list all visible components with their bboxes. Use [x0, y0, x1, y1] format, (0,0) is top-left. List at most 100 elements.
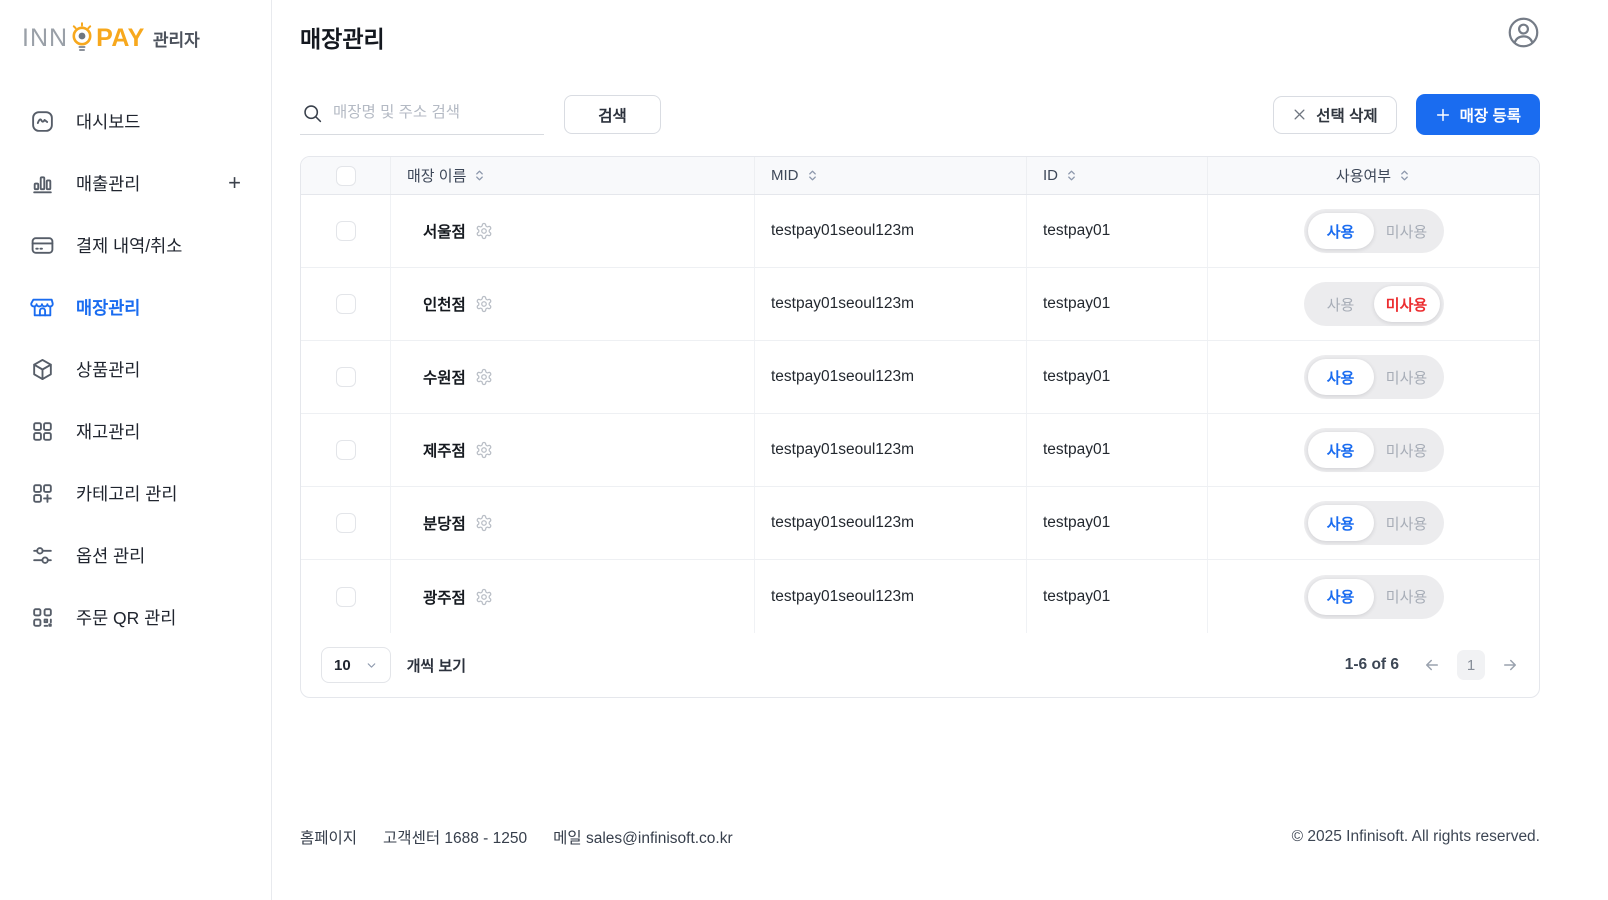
row-checkbox[interactable]	[336, 294, 356, 314]
status-use-option[interactable]: 사용	[1308, 579, 1374, 615]
sidebar-item-grid-plus[interactable]: 카테고리 관리	[0, 462, 271, 524]
grid-plus-icon	[30, 481, 55, 506]
main-content: 매장관리 검색 선택 삭제	[272, 0, 1608, 900]
lightbulb-icon	[69, 22, 95, 54]
logo-text-pay: PAY	[96, 24, 145, 53]
sidebar-item-label: 주문 QR 관리	[76, 605, 176, 630]
next-page-arrow-icon[interactable]	[1501, 656, 1519, 674]
sidebar-item-label: 상품관리	[76, 357, 140, 382]
select-all-checkbox[interactable]	[336, 166, 356, 186]
status-unuse-option[interactable]: 미사용	[1374, 286, 1440, 322]
id-value: testpay01	[1027, 560, 1208, 633]
status-unuse-option[interactable]: 미사용	[1374, 432, 1440, 468]
search-box	[300, 95, 544, 135]
topbar: 매장관리	[300, 0, 1540, 54]
sidebar: INN PAY 관리자 대시보드 매출관리 + 결제 내역/취소 매장관리	[0, 0, 272, 900]
sidebar-item-label: 대시보드	[76, 109, 140, 134]
status-unuse-option[interactable]: 미사용	[1374, 359, 1440, 395]
sidebar-item-credit-card[interactable]: 결제 내역/취소	[0, 214, 271, 276]
status-toggle[interactable]: 사용 미사용	[1304, 575, 1444, 619]
gear-icon[interactable]	[475, 368, 493, 386]
status-unuse-option[interactable]: 미사용	[1374, 579, 1440, 615]
logo-text-inn: INN	[22, 24, 68, 53]
footer-link-email[interactable]: 메일 sales@infinisoft.co.kr	[553, 826, 733, 848]
sidebar-item-bar-chart[interactable]: 매출관리 +	[0, 152, 271, 214]
sort-icon[interactable]	[1398, 169, 1411, 182]
id-value: testpay01	[1027, 487, 1208, 559]
sidebar-item-label: 재고관리	[76, 419, 140, 444]
footer-links: 홈페이지 고객센터 1688 - 1250 메일 sales@infinisof…	[300, 826, 733, 848]
status-use-option[interactable]: 사용	[1308, 432, 1374, 468]
footer-link-support[interactable]: 고객센터 1688 - 1250	[383, 826, 527, 848]
sort-icon[interactable]	[473, 169, 486, 182]
gear-icon[interactable]	[475, 222, 493, 240]
status-toggle[interactable]: 사용 미사용	[1304, 209, 1444, 253]
credit-card-icon	[30, 233, 55, 258]
close-icon	[1292, 107, 1307, 122]
gear-icon[interactable]	[475, 295, 493, 313]
page-size-label: 개씩 보기	[407, 655, 466, 676]
prev-page-arrow-icon[interactable]	[1423, 656, 1441, 674]
status-unuse-option[interactable]: 미사용	[1374, 505, 1440, 541]
store-name: 서울점	[423, 220, 466, 242]
gear-icon[interactable]	[475, 441, 493, 459]
footer: 홈페이지 고객센터 1688 - 1250 메일 sales@infinisof…	[300, 826, 1540, 900]
dashboard-icon	[30, 109, 55, 134]
gear-icon[interactable]	[475, 514, 493, 532]
delete-selected-button[interactable]: 선택 삭제	[1273, 96, 1396, 134]
expand-plus-icon[interactable]: +	[228, 170, 241, 196]
page-size-select[interactable]: 10	[321, 647, 391, 683]
plus-icon	[1435, 107, 1451, 123]
row-checkbox[interactable]	[336, 367, 356, 387]
status-use-option[interactable]: 사용	[1308, 359, 1374, 395]
bar-chart-icon	[30, 171, 55, 196]
column-header-id: ID	[1043, 167, 1058, 184]
add-store-button[interactable]: 매장 등록	[1416, 94, 1540, 135]
sort-icon[interactable]	[806, 169, 819, 182]
status-toggle[interactable]: 사용 미사용	[1304, 428, 1444, 472]
mid-value: testpay01seoul123m	[755, 487, 1027, 559]
sidebar-item-options[interactable]: 옵션 관리	[0, 524, 271, 586]
status-use-option[interactable]: 사용	[1308, 286, 1374, 322]
row-checkbox[interactable]	[336, 587, 356, 607]
row-checkbox[interactable]	[336, 513, 356, 533]
sidebar-item-dashboard[interactable]: 대시보드	[0, 90, 271, 152]
store-name: 제주점	[423, 439, 466, 461]
sidebar-item-label: 카테고리 관리	[76, 481, 177, 506]
search-input[interactable]	[333, 104, 542, 122]
page-title: 매장관리	[300, 16, 385, 54]
table-row: 분당점 testpay01seoul123m testpay01 사용 미사용	[301, 487, 1539, 560]
options-icon	[30, 543, 55, 568]
status-unuse-option[interactable]: 미사용	[1374, 213, 1440, 249]
page-number[interactable]: 1	[1457, 650, 1485, 680]
sidebar-item-label: 매출관리	[76, 171, 140, 196]
column-header-status: 사용여부	[1336, 165, 1391, 186]
delete-button-label: 선택 삭제	[1316, 104, 1377, 126]
row-checkbox[interactable]	[336, 440, 356, 460]
search-button[interactable]: 검색	[564, 95, 661, 134]
gear-icon[interactable]	[475, 588, 493, 606]
sidebar-item-storefront[interactable]: 매장관리	[0, 276, 271, 338]
status-use-option[interactable]: 사용	[1308, 213, 1374, 249]
footer-link-homepage[interactable]: 홈페이지	[300, 826, 357, 848]
sort-icon[interactable]	[1065, 169, 1078, 182]
status-use-option[interactable]: 사용	[1308, 505, 1374, 541]
footer-copyright: © 2025 Infinisoft. All rights reserved.	[1292, 828, 1540, 846]
user-avatar-icon[interactable]	[1507, 16, 1540, 49]
brand-logo[interactable]: INN PAY 관리자	[0, 18, 271, 58]
sidebar-item-qr[interactable]: 주문 QR 관리	[0, 586, 271, 648]
store-name: 분당점	[423, 512, 466, 534]
mid-value: testpay01seoul123m	[755, 341, 1027, 413]
sidebar-item-cube[interactable]: 상품관리	[0, 338, 271, 400]
sidebar-item-label: 옵션 관리	[76, 543, 145, 568]
sidebar-nav: 대시보드 매출관리 + 결제 내역/취소 매장관리 상품관리 재고관리 카테고리…	[0, 90, 271, 648]
column-header-store-name: 매장 이름	[407, 165, 466, 186]
status-toggle[interactable]: 사용 미사용	[1304, 355, 1444, 399]
status-toggle[interactable]: 사용 미사용	[1304, 501, 1444, 545]
table-row: 수원점 testpay01seoul123m testpay01 사용 미사용	[301, 341, 1539, 414]
column-header-mid: MID	[771, 167, 799, 184]
row-checkbox[interactable]	[336, 221, 356, 241]
qr-icon	[30, 605, 55, 630]
sidebar-item-grid[interactable]: 재고관리	[0, 400, 271, 462]
status-toggle[interactable]: 사용 미사용	[1304, 282, 1444, 326]
